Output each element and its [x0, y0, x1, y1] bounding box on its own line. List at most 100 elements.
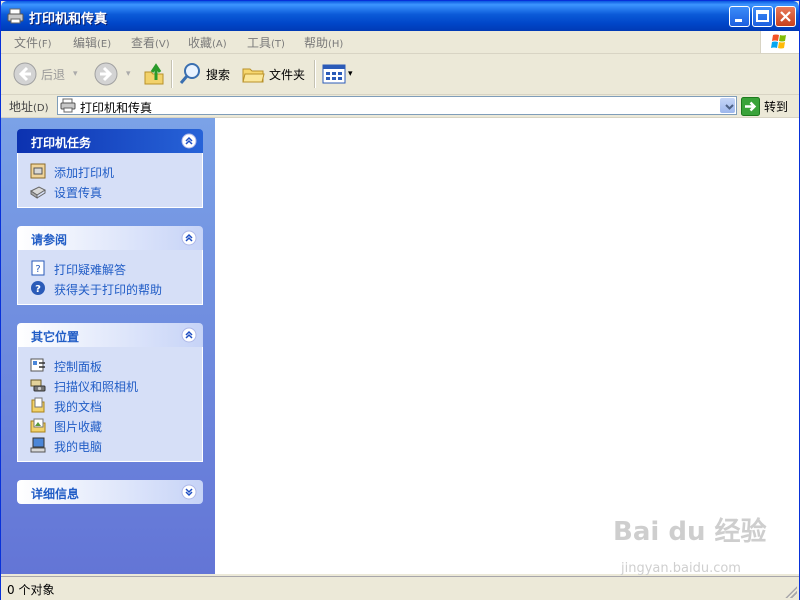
collapse-chevron-icon[interactable]: [181, 230, 197, 246]
panel-title: 打印机任务: [31, 136, 92, 150]
address-bar: 地址(D) 打印机和传真 转到: [1, 95, 799, 118]
forward-arrow-icon: [94, 62, 118, 86]
go-arrow-icon: [741, 96, 760, 116]
link-label: 控制面板: [54, 360, 103, 374]
maximize-icon: [756, 10, 769, 22]
my-computer-icon: [30, 437, 46, 453]
printer-fax-icon: [60, 98, 76, 113]
link-label: 获得关于打印的帮助: [54, 283, 163, 297]
link-label: 添加打印机: [54, 166, 115, 180]
printing-help-link[interactable]: ? 获得关于打印的帮助: [18, 278, 202, 298]
see-also-header[interactable]: 请参阅: [17, 226, 203, 250]
my-documents-link[interactable]: 我的文档: [18, 395, 202, 415]
my-documents-icon: [31, 397, 45, 413]
scanners-cameras-link[interactable]: 扫描仪和照相机: [18, 375, 202, 395]
menu-help[interactable]: 帮助(H): [304, 34, 343, 51]
baidu-watermark-url: jingyan.baidu.com: [621, 561, 741, 576]
back-button[interactable]: 后退 ▾: [13, 60, 78, 88]
toolbar: 后退 ▾ ▾ 搜索 文件夹 ▾: [1, 54, 799, 95]
svg-text:?: ?: [35, 284, 41, 295]
details-header[interactable]: 详细信息: [17, 480, 203, 504]
link-label: 我的电脑: [54, 440, 103, 454]
back-label: 后退: [41, 67, 66, 82]
address-label: 地址(D): [9, 100, 49, 114]
my-computer-link[interactable]: 我的电脑: [18, 435, 202, 455]
panel-title: 详细信息: [31, 487, 80, 501]
collapse-chevron-icon[interactable]: [181, 133, 197, 149]
details-panel: 详细信息: [17, 480, 203, 504]
other-places-panel: 其它位置 控制面板 扫描仪和照相机 我的文档 图片收藏 我的电脑: [17, 323, 203, 462]
control-panel-link[interactable]: 控制面板: [18, 355, 202, 375]
window-title: 打印机和传真: [29, 12, 108, 27]
help-document-icon: ?: [31, 260, 45, 276]
see-also-panel: 请参阅 ? 打印疑难解答 ? 获得关于打印的帮助: [17, 226, 203, 305]
help-icon: ?: [31, 281, 45, 295]
printer-tasks-header[interactable]: 打印机任务: [17, 129, 203, 153]
expand-chevron-icon[interactable]: [181, 484, 197, 500]
search-label: 搜索: [206, 67, 231, 82]
printer-fax-icon: [7, 8, 24, 24]
add-printer-link[interactable]: 添加打印机: [18, 161, 202, 181]
fax-icon: [30, 186, 46, 199]
up-folder-icon: [144, 63, 164, 85]
chevron-down-icon: [725, 104, 734, 110]
collapse-chevron-icon[interactable]: [181, 327, 197, 343]
windows-logo-icon: [760, 31, 799, 53]
panel-title: 其它位置: [31, 330, 80, 344]
menu-file[interactable]: 文件(F): [14, 34, 52, 51]
resize-grip-icon[interactable]: [785, 586, 797, 598]
views-icon: [322, 64, 346, 84]
control-panel-icon: [30, 358, 45, 372]
search-button[interactable]: 搜索: [178, 60, 230, 88]
printer-tasks-panel: 打印机任务 添加打印机 设置传真: [17, 129, 203, 208]
panel-title: 请参阅: [31, 233, 68, 247]
link-label: 设置传真: [54, 186, 103, 200]
address-value: 打印机和传真: [80, 101, 153, 115]
link-label: 打印疑难解答: [54, 263, 127, 277]
views-dropdown-icon[interactable]: ▾: [348, 69, 353, 79]
add-printer-icon: [30, 163, 46, 179]
folders-button[interactable]: 文件夹: [241, 60, 305, 88]
views-button[interactable]: ▾: [322, 60, 353, 88]
explorer-window: 打印机和传真 文件(F) 编辑(E) 查看(V) 收藏(A) 工具(T) 帮助(…: [0, 0, 800, 600]
panel-body: 控制面板 扫描仪和照相机 我的文档 图片收藏 我的电脑: [17, 347, 203, 462]
link-label: 图片收藏: [54, 420, 103, 434]
print-troubleshooter-link[interactable]: ? 打印疑难解答: [18, 258, 202, 278]
baidu-watermark: Bai du 经验: [613, 517, 767, 547]
maximize-button[interactable]: [752, 6, 773, 27]
toolbar-separator: [314, 60, 316, 88]
menu-bar: 文件(F) 编辑(E) 查看(V) 收藏(A) 工具(T) 帮助(H): [1, 31, 799, 54]
object-count: 0 个对象: [7, 583, 55, 597]
forward-dropdown-icon[interactable]: ▾: [126, 69, 131, 79]
toolbar-separator: [171, 60, 173, 88]
search-icon: [179, 63, 200, 84]
address-input[interactable]: 打印机和传真: [57, 96, 737, 115]
my-pictures-link[interactable]: 图片收藏: [18, 415, 202, 435]
folders-icon: [242, 68, 265, 83]
task-pane: 打印机任务 添加打印机 设置传真 请参阅 ? 打印疑难解答 ? 获得关于打印的帮…: [1, 118, 215, 574]
menu-view[interactable]: 查看(V): [131, 34, 170, 51]
link-label: 我的文档: [54, 400, 103, 414]
folders-label: 文件夹: [269, 67, 306, 82]
close-button[interactable]: [775, 6, 796, 27]
link-label: 扫描仪和照相机: [54, 380, 139, 394]
menu-edit[interactable]: 编辑(E): [73, 34, 111, 51]
forward-button[interactable]: ▾: [94, 60, 131, 88]
back-arrow-icon: [13, 62, 37, 86]
close-icon: [780, 11, 791, 22]
other-places-header[interactable]: 其它位置: [17, 323, 203, 347]
minimize-icon: [735, 19, 742, 22]
setup-fax-link[interactable]: 设置传真: [18, 181, 202, 201]
menu-tools[interactable]: 工具(T): [247, 34, 285, 51]
status-bar: 0 个对象: [1, 576, 799, 600]
go-button[interactable]: 转到: [741, 96, 788, 116]
back-dropdown-icon[interactable]: ▾: [73, 69, 78, 79]
up-folder-button[interactable]: [143, 60, 165, 88]
minimize-button[interactable]: [729, 6, 750, 27]
title-bar[interactable]: 打印机和传真: [1, 1, 799, 31]
my-pictures-icon: [30, 418, 46, 433]
content-area: 打印机任务 添加打印机 设置传真 请参阅 ? 打印疑难解答 ? 获得关于打印的帮…: [1, 118, 799, 576]
address-dropdown-button[interactable]: [720, 98, 735, 113]
go-label: 转到: [764, 99, 789, 114]
menu-favorites[interactable]: 收藏(A): [188, 34, 227, 51]
